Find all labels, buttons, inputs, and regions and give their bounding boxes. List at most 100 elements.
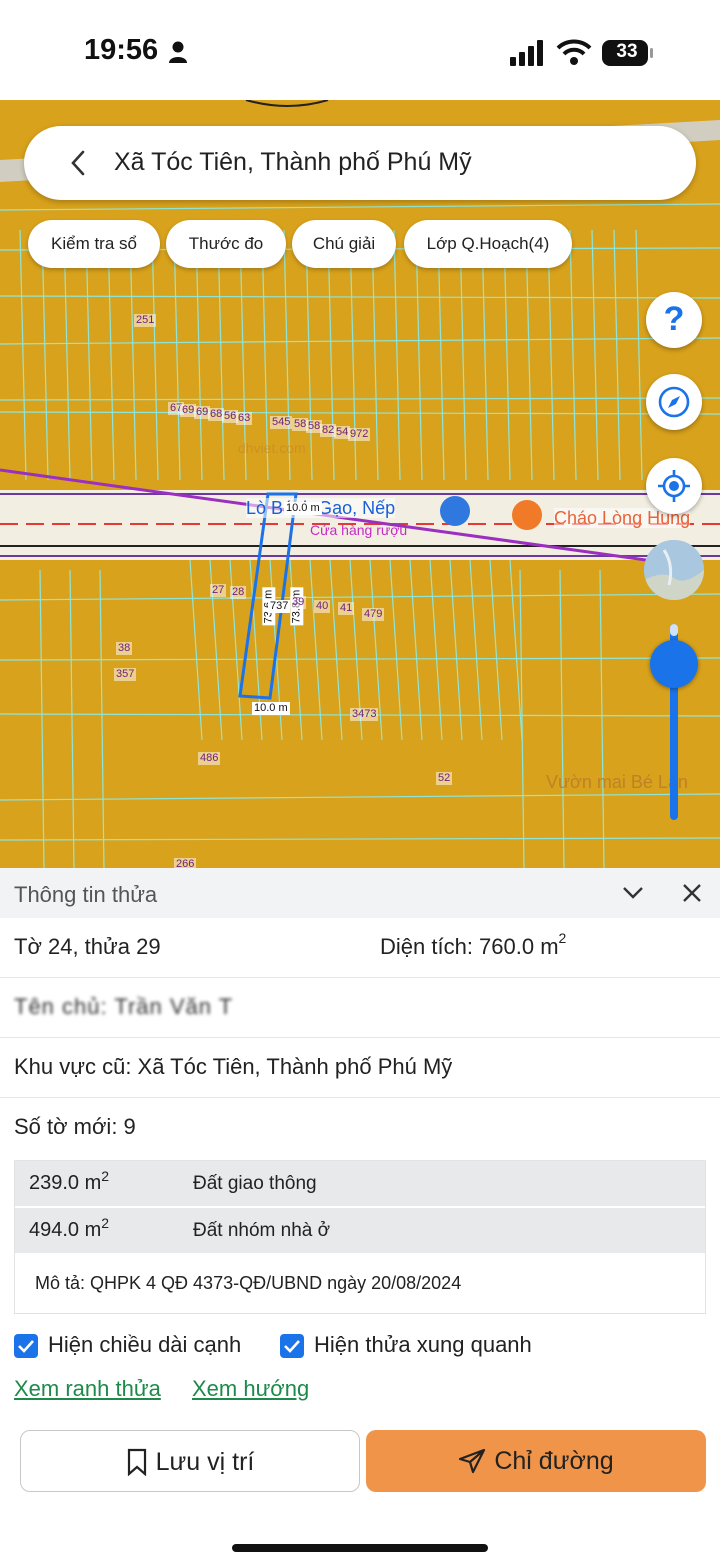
- table-row: 494.0 m2 Đất nhóm nhà ở: [15, 1208, 705, 1254]
- parcel-boundary: [189, 559, 203, 741]
- parcel-boundary: [39, 569, 45, 870]
- parcel-boundary: [309, 559, 323, 741]
- parcel-number[interactable]: 479: [362, 608, 385, 621]
- parcel-number[interactable]: 28: [230, 586, 247, 599]
- parcel-number[interactable]: 357: [114, 668, 137, 681]
- parcel-number[interactable]: 63: [236, 412, 253, 425]
- parcel-boundary: [0, 837, 720, 841]
- battery-level: 33: [616, 41, 638, 62]
- owner-row: Tên chủ: Trần Văn T: [0, 978, 720, 1038]
- send-arrow-icon: [459, 1448, 486, 1474]
- parcel-number[interactable]: 41: [338, 602, 355, 615]
- parcel-number[interactable]: 251: [134, 314, 157, 327]
- parcel-boundary: [389, 559, 403, 741]
- selected-parcel-number[interactable]: 737: [268, 600, 291, 613]
- panel-header: Thông tin thửa: [0, 868, 720, 918]
- bookmark-icon: [127, 1448, 146, 1476]
- parcel-boundary: [559, 569, 565, 870]
- chip-ruler[interactable]: Thước đo: [166, 220, 286, 268]
- back-arrow-icon[interactable]: [68, 148, 88, 178]
- map-layer-toggle[interactable]: [644, 540, 704, 600]
- old-area-row: Khu vực cũ: Xã Tóc Tiên, Thành phố Phú M…: [0, 1038, 720, 1098]
- show-edge-length-label[interactable]: Hiện chiều dài cạnh: [48, 1332, 241, 1358]
- new-sheet-row: Số tờ mới: 9: [0, 1098, 720, 1158]
- zoom-slider-track-top: [670, 624, 678, 636]
- parcel-boundary: [173, 229, 181, 481]
- restaurant-pin-icon[interactable]: [512, 500, 542, 530]
- parcel-number[interactable]: 27: [210, 584, 227, 597]
- dimension-label: 10.0 m: [252, 702, 290, 715]
- shop-pin-icon[interactable]: [440, 496, 470, 526]
- panel-title: Thông tin thửa: [14, 882, 158, 907]
- crosshair-icon: [658, 470, 690, 502]
- chevron-down-icon[interactable]: [622, 884, 644, 902]
- chip-planning-layer[interactable]: Lớp Q.Hoạch(4): [404, 220, 572, 268]
- wifi-icon: [556, 39, 592, 65]
- parcel-boundary: [429, 559, 443, 741]
- map-watermark: dhviet.com: [238, 440, 306, 456]
- show-edge-length-checkbox[interactable]: [14, 1334, 38, 1358]
- zone-type: Đất giao thông: [193, 1173, 317, 1194]
- my-location-button[interactable]: [646, 458, 702, 514]
- status-bar: 19:56 33: [0, 0, 720, 100]
- parcel-boundary: [0, 397, 720, 401]
- poi-shop-sublabel: Cửa hàng rượu: [310, 522, 408, 538]
- compass-icon: [658, 386, 690, 418]
- chip-check-book[interactable]: Kiểm tra sổ: [28, 220, 160, 268]
- parcel-boundary: [393, 229, 401, 481]
- sheet-parcel-row: Tờ 24, thửa 29 Diện tích: 760.0 m2: [0, 918, 720, 978]
- show-neighbors-label[interactable]: Hiện thửa xung quanh: [314, 1332, 532, 1358]
- status-time: 19:56: [84, 34, 159, 66]
- parcel-number[interactable]: 39: [290, 596, 307, 609]
- parcel-number[interactable]: 38: [116, 642, 133, 655]
- parcel-number[interactable]: 52: [436, 772, 453, 785]
- parcel-boundary: [635, 229, 643, 481]
- table-row: 239.0 m2 Đất giao thông: [15, 1161, 705, 1207]
- zoning-table: 239.0 m2 Đất giao thông 494.0 m2 Đất nhó…: [14, 1160, 706, 1314]
- parcel-boundary: [469, 559, 483, 741]
- parcel-boundary: [599, 569, 605, 870]
- parcel-boundary: [0, 337, 720, 345]
- parcel-boundary: [0, 203, 720, 211]
- help-icon: ?: [663, 300, 685, 338]
- parcel-number[interactable]: 545: [270, 416, 293, 429]
- view-direction-link[interactable]: Xem hướng: [192, 1376, 309, 1402]
- parcel-boundary: [569, 229, 577, 481]
- parcel-boundary: [449, 559, 463, 741]
- compass-button[interactable]: [646, 374, 702, 430]
- owner-value: Tên chủ: Trần Văn T: [14, 994, 234, 1019]
- search-bar[interactable]: Xã Tóc Tiên, Thành phố Phú Mỹ: [24, 126, 696, 200]
- show-neighbors-checkbox[interactable]: [280, 1334, 304, 1358]
- close-icon[interactable]: [682, 883, 702, 903]
- parcel-number[interactable]: 3473: [350, 708, 379, 721]
- parcel-boundary: [489, 559, 503, 741]
- zone-area: 239.0 m2: [29, 1168, 110, 1194]
- parcel-boundary: [329, 559, 343, 741]
- directions-button[interactable]: Chỉ đường: [366, 1430, 706, 1492]
- parcel-layer: [0, 100, 720, 870]
- parcel-boundary: [19, 229, 27, 481]
- view-boundary-link[interactable]: Xem ranh thửa: [14, 1376, 161, 1402]
- map-view[interactable]: Lò Bánh Gạo, Nếp Cửa hàng rượu Cháo Lòng…: [0, 100, 720, 870]
- old-area-value: Khu vực cũ: Xã Tóc Tiên, Thành phố Phú M…: [14, 1054, 453, 1079]
- save-location-label: Lưu vị trí: [155, 1447, 255, 1476]
- parcel-boundary: [613, 229, 621, 481]
- parcel-boundary: [0, 657, 720, 661]
- location-title[interactable]: Xã Tóc Tiên, Thành phố Phú Mỹ: [114, 148, 472, 177]
- person-icon: [169, 41, 187, 63]
- area-value: Diện tích: 760.0 m2: [380, 930, 567, 959]
- parcel-number[interactable]: 486: [198, 752, 221, 765]
- parcel-boundary: [0, 593, 720, 601]
- zoom-slider-thumb[interactable]: [650, 640, 698, 688]
- parcel-number[interactable]: 972: [348, 428, 371, 441]
- chip-legend[interactable]: Chú giải: [292, 220, 396, 268]
- dimension-label: 10.0 m: [284, 502, 322, 515]
- directions-label: Chỉ đường: [494, 1446, 614, 1475]
- parcel-boundary: [0, 793, 720, 801]
- save-location-button[interactable]: Lưu vị trí: [20, 1430, 360, 1492]
- help-button[interactable]: ?: [646, 292, 702, 348]
- parcel-boundary: [0, 295, 720, 299]
- parcel-number[interactable]: 40: [314, 600, 331, 613]
- parcel-boundary: [151, 229, 159, 481]
- parcel-info-panel: Thông tin thửa Tờ 24, thửa 29 Diện tích:…: [0, 868, 720, 1564]
